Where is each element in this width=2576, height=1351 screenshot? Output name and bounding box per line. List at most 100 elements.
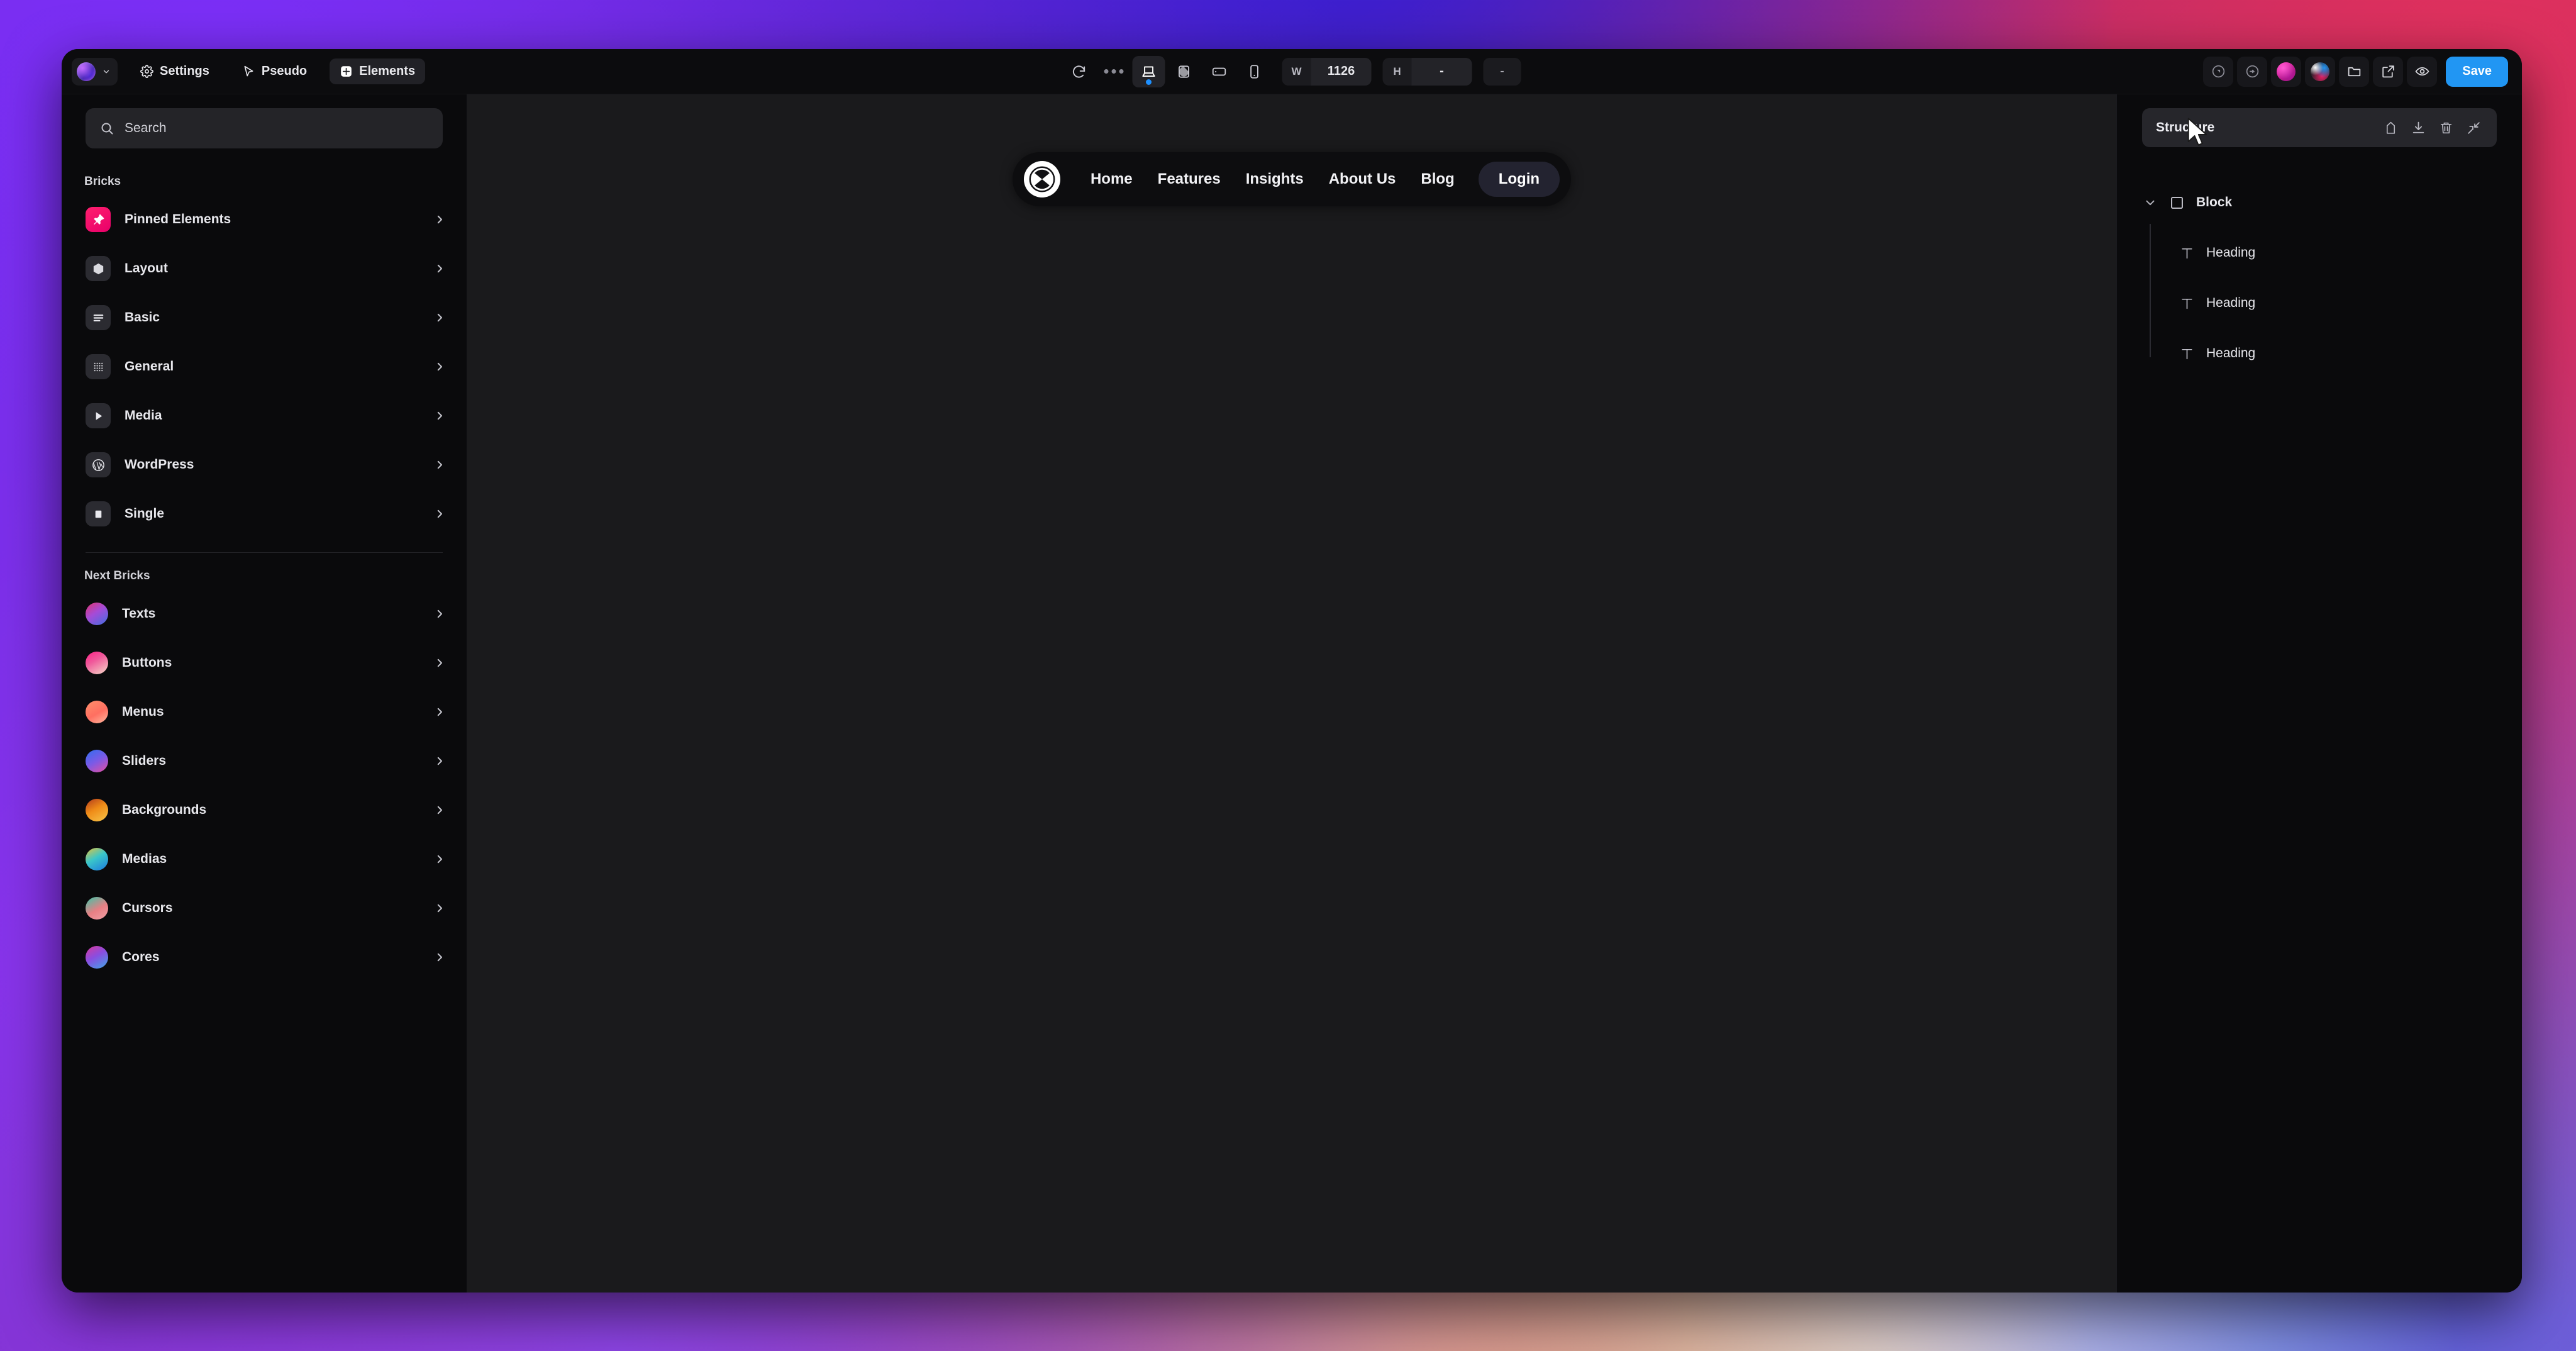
device-tablet-portrait-button[interactable]	[1168, 56, 1201, 87]
sidebar-item-basic[interactable]: Basic	[62, 293, 467, 342]
top-toolbar: Settings Pseudo Elements W 1126 H - - Sa…	[62, 49, 2522, 94]
sidebar-item-general[interactable]: General	[62, 342, 467, 391]
sidebar-item-layout[interactable]: Layout	[62, 244, 467, 293]
download-button[interactable]	[2409, 118, 2428, 137]
gradient-orb-icon	[86, 701, 108, 723]
sidebar-item-label: Medias	[122, 852, 167, 866]
label-button[interactable]	[2381, 118, 2400, 137]
label-icon	[2386, 121, 2395, 134]
pink-orb-button[interactable]	[2271, 56, 2302, 87]
sidebar-item-label: General	[125, 359, 174, 374]
tree-node-heading[interactable]: Heading	[2176, 278, 2497, 328]
sidebar-item-texts[interactable]: Texts	[62, 589, 467, 638]
square-icon	[86, 501, 111, 526]
sidebar-item-menus[interactable]: Menus	[62, 687, 467, 737]
tree-node-heading[interactable]: Heading	[2176, 228, 2497, 278]
chevron-right-icon	[437, 313, 442, 322]
sidebar-item-label: Cores	[122, 950, 160, 964]
preview-eye-button[interactable]	[2407, 56, 2438, 87]
more-dots-icon	[1119, 69, 1124, 74]
mobile-icon	[1250, 64, 1258, 79]
tree-node-block[interactable]: Block	[2142, 177, 2497, 228]
more-dots-button[interactable]	[1098, 69, 1130, 74]
sidebar-scroll[interactable]: Bricks Pinned Elements Layout Basic Gene…	[62, 158, 467, 1293]
wordpress-icon	[86, 452, 111, 477]
x-circle-logo-glyph	[1029, 166, 1055, 192]
app-window: Settings Pseudo Elements W 1126 H - - Sa…	[62, 49, 2522, 1293]
bricks-logo-icon	[77, 62, 96, 81]
tree-children: Heading Heading Heading	[2150, 224, 2497, 379]
nav-link-insights[interactable]: Insights	[1233, 163, 1316, 196]
width-field[interactable]: W 1126	[1282, 57, 1372, 86]
tree-node-heading[interactable]: Heading	[2176, 328, 2497, 379]
nav-link-home[interactable]: Home	[1078, 163, 1145, 196]
height-input[interactable]: -	[1411, 57, 1472, 86]
tab-pseudo[interactable]: Pseudo	[232, 58, 317, 84]
save-button[interactable]: Save	[2446, 56, 2508, 87]
sidebar-item-buttons[interactable]: Buttons	[62, 638, 467, 687]
chevron-right-icon	[437, 855, 442, 864]
gradient-orb-icon	[86, 848, 108, 870]
multicolor-orb-button[interactable]	[2305, 56, 2336, 87]
sidebar-item-label: Media	[125, 408, 162, 423]
text-t-glyph	[2181, 248, 2192, 259]
structure-actions	[2381, 118, 2483, 137]
device-desktop-button[interactable]	[1132, 55, 1165, 87]
sidebar-item-label: Layout	[125, 261, 168, 275]
nav-login-button[interactable]: Login	[1478, 162, 1560, 197]
search-icon	[101, 123, 113, 135]
delete-button[interactable]	[2436, 118, 2455, 137]
chevron-down-icon[interactable]	[2143, 196, 2157, 209]
nav-link-blog[interactable]: Blog	[1408, 163, 1467, 196]
device-tablet-landscape-button[interactable]	[1203, 56, 1236, 87]
sidebar-item-sliders[interactable]: Sliders	[62, 737, 467, 786]
sidebar-item-label: Backgrounds	[122, 803, 207, 817]
search-input[interactable]: Search	[86, 108, 443, 148]
gradient-orb-icon	[86, 946, 108, 969]
text-t-glyph	[2181, 298, 2192, 309]
nav-link-features[interactable]: Features	[1145, 163, 1233, 196]
sidebar-item-medias[interactable]: Medias	[62, 835, 467, 884]
collapse-button[interactable]	[2464, 118, 2483, 137]
height-field[interactable]: H -	[1382, 57, 1472, 86]
chevron-right-icon	[437, 609, 442, 618]
lines-icon	[86, 305, 111, 330]
sidebar-item-backgrounds[interactable]: Backgrounds	[62, 786, 467, 835]
brand-menu-button[interactable]	[72, 57, 118, 86]
sidebar-item-media[interactable]: Media	[62, 391, 467, 440]
sidebar-item-wordpress[interactable]: WordPress	[62, 440, 467, 489]
cube-glyph-icon	[93, 263, 103, 274]
structure-header: Structure	[2142, 108, 2497, 147]
device-mobile-button[interactable]	[1238, 56, 1271, 87]
chevron-right-icon	[437, 904, 442, 913]
eye-icon	[2415, 67, 2429, 76]
external-link-button[interactable]	[2373, 56, 2404, 87]
folder-button[interactable]	[2339, 56, 2370, 87]
gradient-orb-icon	[86, 652, 108, 674]
extra-field[interactable]: -	[1483, 57, 1521, 86]
grid-dots-icon	[86, 354, 111, 379]
tab-elements[interactable]: Elements	[330, 58, 426, 84]
height-label: H	[1393, 65, 1401, 77]
folder-icon	[2348, 67, 2361, 77]
sidebar-item-pinned-elements[interactable]: Pinned Elements	[62, 195, 467, 244]
sidebar-item-cores[interactable]: Cores	[62, 933, 467, 982]
sidebar-item-single[interactable]: Single	[62, 489, 467, 538]
tree-node-label: Heading	[2206, 296, 2256, 310]
sidebar-item-label: Sliders	[122, 753, 167, 768]
refresh-button[interactable]	[1063, 56, 1096, 87]
sidebar-item-label: Single	[125, 506, 165, 521]
gradient-orb-icon	[86, 750, 108, 772]
x-circle-logo-icon[interactable]	[1023, 161, 1060, 197]
width-input[interactable]: 1126	[1311, 57, 1372, 86]
tab-settings[interactable]: Settings	[130, 58, 219, 84]
editor-canvas[interactable]: Home Features Insights About Us Blog Log…	[467, 94, 2116, 1293]
text-t-icon	[2177, 344, 2196, 363]
play-circle-button[interactable]	[2203, 56, 2234, 87]
target-circle-button[interactable]	[2237, 56, 2268, 87]
nav-link-about-us[interactable]: About Us	[1316, 163, 1409, 196]
gear-icon	[140, 65, 153, 78]
square-outline-glyph	[2170, 196, 2183, 209]
sidebar-item-cursors[interactable]: Cursors	[62, 884, 467, 933]
wordpress-glyph-icon	[92, 459, 104, 471]
